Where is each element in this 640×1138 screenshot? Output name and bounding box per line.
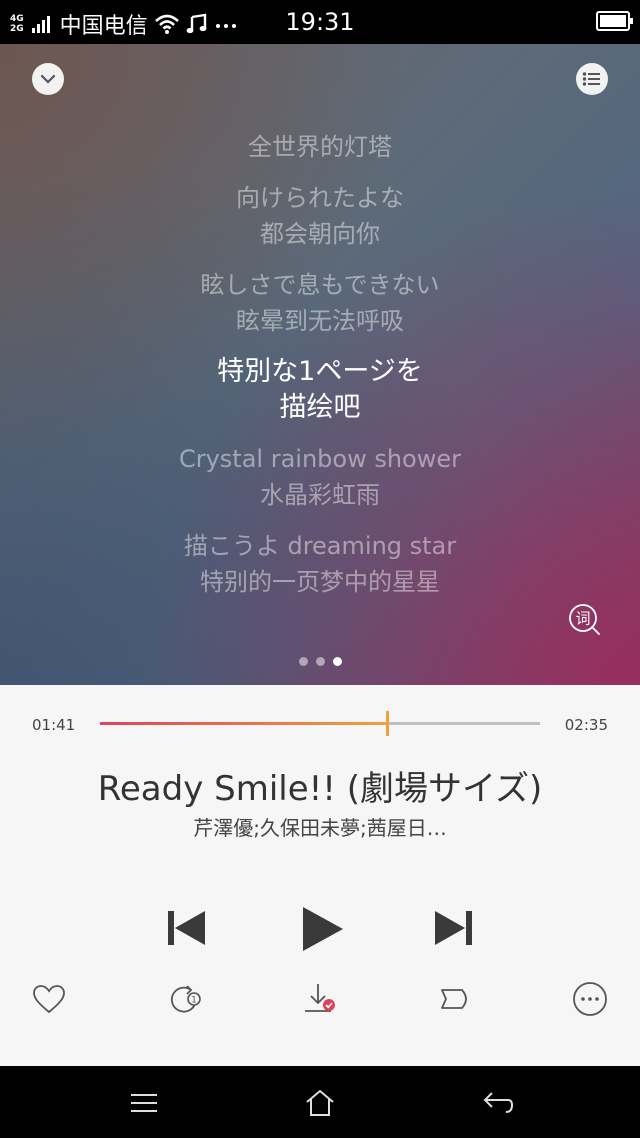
play-button[interactable] [296,903,348,955]
next-icon [435,911,472,945]
previous-icon [168,911,205,945]
previous-button[interactable] [162,905,212,951]
lyric-text: 都会朝向你 [260,220,380,248]
home-button[interactable] [303,1086,337,1120]
more-icon [573,982,607,1016]
repeat-one-icon: 1 [170,985,201,1013]
page-dot [315,657,325,666]
more-button[interactable] [572,981,608,1017]
player-panel: 01:41 02:35 Ready Smile!! (劇場サイズ) 芹澤優;久保… [0,685,640,1066]
lyric-icon-glyph: 词 [575,610,590,628]
back-button[interactable] [481,1086,515,1120]
lyric-text: 眩晕到无法呼吸 [236,307,404,335]
artist-name: 芹澤優;久保田未夢;茜屋日… [193,816,447,840]
elapsed-time: 01:41 [32,716,76,734]
next-button[interactable] [428,905,478,951]
download-button[interactable] [302,981,338,1017]
home-icon [306,1089,334,1116]
lyric-text: 眩しさで息もできない [200,271,440,299]
page-indicator [0,657,640,666]
play-icon [303,907,343,951]
list-icon [582,72,600,86]
status-bar: 4G 2G 中国电信 19:31 [0,0,640,44]
playlist-button[interactable] [576,63,608,95]
favorite-button[interactable] [31,981,67,1017]
lyric-text: 向けられたよな [236,184,404,212]
lyric-text: Crystal rainbow shower [178,445,462,473]
heart-icon [33,985,65,1014]
progress-fill [100,722,387,725]
lyric-text: 特别的一页梦中的星星 [200,568,440,596]
lyrics-panel[interactable]: 全世界的灯塔 向けられたよな 都会朝向你 眩しさで息もできない 眩晕到无法呼吸 特別な1ペ… [0,44,640,685]
menu-button[interactable] [127,1086,161,1120]
total-time: 02:35 [564,716,608,734]
collapse-button[interactable] [32,63,64,95]
lyric-line: Crystal rainbow shower 水晶彩虹雨 [0,441,640,513]
svg-text:1: 1 [191,996,197,1006]
progress-handle[interactable] [385,711,389,736]
lyric-line: 全世界的灯塔 [0,129,640,165]
tag-icon [441,989,467,1009]
lyric-mode-button[interactable]: 词 [567,602,603,638]
lyric-text: 特別な1ページを [217,356,423,387]
download-done-icon [305,984,335,1012]
lyric-text: 全世界的灯塔 [248,133,392,161]
tag-button[interactable] [438,981,474,1017]
back-icon [483,1092,514,1113]
clock: 19:31 [285,8,355,36]
menu-icon [131,1094,157,1112]
lyric-text: 描こうよ dreaming star [183,532,457,560]
lyric-icon: 词 [569,604,600,635]
lyric-text: 描绘吧 [279,392,361,423]
lyric-line-current: 特別な1ページを 描绘吧 [0,354,640,426]
song-title: Ready Smile!! (劇場サイズ) [97,769,543,809]
page-dot [298,657,308,666]
progress-bar[interactable] [100,711,540,736]
system-nav-bar [0,1066,640,1138]
lyric-text: 水晶彩虹雨 [260,481,380,509]
lyric-line: 眩しさで息もできない 眩晕到无法呼吸 [0,267,640,339]
page-dot [332,657,342,666]
lyric-line: 向けられたよな 都会朝向你 [0,180,640,252]
chevron-down-icon [40,74,56,84]
lyrics-list[interactable]: 全世界的灯塔 向けられたよな 都会朝向你 眩しさで息もできない 眩晕到无法呼吸 特別な1ペ… [0,129,640,615]
repeat-mode-button[interactable]: 1 [167,981,203,1017]
battery-icon [596,11,633,31]
lyric-line: 描こうよ dreaming star 特别的一页梦中的星星 [0,528,640,600]
